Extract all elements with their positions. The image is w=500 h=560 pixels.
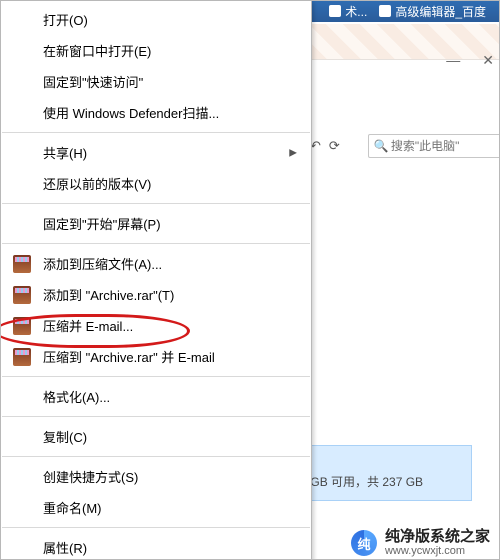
menu-compress-email[interactable]: 压缩并 E-mail...	[1, 310, 311, 341]
menu-separator	[2, 416, 310, 417]
menu-add-to-named-archive[interactable]: 添加到 "Archive.rar"(T)	[1, 279, 311, 310]
menu-rename[interactable]: 重命名(M)	[1, 492, 311, 523]
menu-label: 压缩并 E-mail...	[43, 319, 133, 334]
search-icon: 🔍	[374, 139, 389, 153]
archive-icon	[13, 348, 31, 366]
menu-pin-quick-access[interactable]: 固定到"快速访问"	[1, 66, 311, 97]
watermark-url: www.ycwxjt.com	[385, 545, 490, 558]
watermark: 纯 纯净版系统之家 www.ycwxjt.com	[345, 526, 500, 560]
refresh-icon[interactable]: ⟳	[329, 135, 340, 157]
tab-label: 术...	[345, 3, 367, 20]
menu-open-new-window[interactable]: 在新窗口中打开(E)	[1, 35, 311, 66]
menu-separator	[2, 376, 310, 377]
context-menu: 打开(O) 在新窗口中打开(E) 固定到"快速访问" 使用 Windows De…	[0, 0, 312, 560]
menu-separator	[2, 456, 310, 457]
menu-label: 格式化(A)...	[43, 390, 110, 405]
menu-separator	[2, 132, 310, 133]
browser-tab[interactable]: 高级编辑器_百度	[379, 3, 486, 20]
menu-label: 共享(H)	[43, 146, 87, 161]
close-button[interactable]: ✕	[482, 52, 494, 69]
menu-format[interactable]: 格式化(A)...	[1, 381, 311, 412]
menu-label: 固定到"快速访问"	[43, 75, 143, 90]
menu-label: 重命名(M)	[43, 501, 102, 516]
menu-label: 压缩到 "Archive.rar" 并 E-mail	[43, 350, 215, 365]
explorer-nav-row: ↶ ⟳ 🔍	[310, 130, 500, 162]
menu-label: 复制(C)	[43, 430, 87, 445]
menu-label: 使用 Windows Defender扫描...	[43, 106, 219, 121]
menu-label: 固定到"开始"屏幕(P)	[43, 217, 161, 232]
watermark-title: 纯净版系统之家	[385, 528, 490, 545]
menu-label: 添加到 "Archive.rar"(T)	[43, 288, 174, 303]
menu-label: 在新窗口中打开(E)	[43, 44, 151, 59]
menu-compress-named-email[interactable]: 压缩到 "Archive.rar" 并 E-mail	[1, 341, 311, 372]
tab-icon	[329, 5, 341, 17]
menu-separator	[2, 203, 310, 204]
minimize-button[interactable]: —	[446, 52, 460, 69]
menu-create-shortcut[interactable]: 创建快捷方式(S)	[1, 461, 311, 492]
menu-copy[interactable]: 复制(C)	[1, 421, 311, 452]
menu-label: 打开(O)	[43, 13, 88, 28]
archive-icon	[13, 317, 31, 335]
archive-icon	[13, 255, 31, 273]
tab-icon	[379, 5, 391, 17]
menu-properties[interactable]: 属性(R)	[1, 532, 311, 560]
menu-add-to-archive[interactable]: 添加到压缩文件(A)...	[1, 248, 311, 279]
window-controls: — ✕	[446, 52, 494, 69]
browser-tab[interactable]: 术...	[329, 3, 367, 20]
menu-label: 添加到压缩文件(A)...	[43, 257, 162, 272]
menu-defender-scan[interactable]: 使用 Windows Defender扫描...	[1, 97, 311, 128]
menu-separator	[2, 243, 310, 244]
menu-label: 属性(R)	[43, 541, 87, 556]
menu-restore-versions[interactable]: 还原以前的版本(V)	[1, 168, 311, 199]
menu-label: 创建快捷方式(S)	[43, 470, 138, 485]
menu-pin-start[interactable]: 固定到"开始"屏幕(P)	[1, 208, 311, 239]
watermark-logo: 纯	[351, 530, 377, 556]
tab-label: 高级编辑器_百度	[395, 3, 486, 20]
menu-label: 还原以前的版本(V)	[43, 177, 151, 192]
archive-icon	[13, 286, 31, 304]
chevron-right-icon: ▶	[289, 147, 297, 158]
menu-separator	[2, 527, 310, 528]
menu-open[interactable]: 打开(O)	[1, 4, 311, 35]
menu-share[interactable]: 共享(H) ▶	[1, 137, 311, 168]
